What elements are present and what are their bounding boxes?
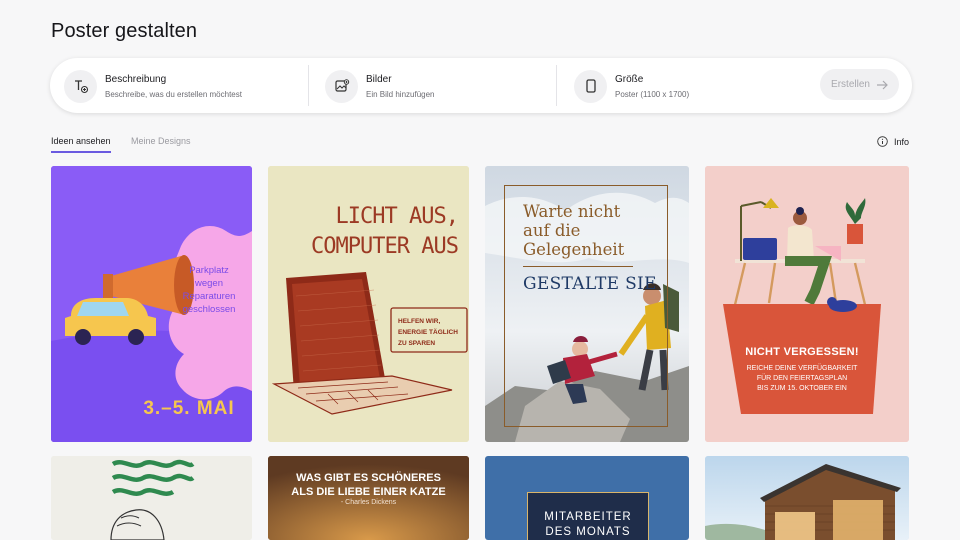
template-card-opportunity[interactable]: Warte nicht auf die Gelegenheit GESTALTE… — [485, 166, 689, 442]
opportunity-line: Gelegenheit — [523, 240, 625, 259]
description-hint: Beschreibe, was du erstellen möchtest — [105, 89, 242, 99]
tab-my-designs[interactable]: Meine Designs — [131, 136, 191, 146]
tab-ideas[interactable]: Ideen ansehen — [51, 136, 111, 153]
reminder-body-line: BIS ZUM 15. OKTOBER EIN — [757, 385, 847, 392]
lights-headline-1: LICHT AUS, — [335, 204, 459, 229]
template-card-house[interactable] — [705, 456, 909, 540]
desk-worker-illustration — [705, 166, 909, 442]
create-button-label: Erstellen — [831, 79, 870, 90]
parking-date: 3.–5. MAI — [143, 398, 235, 419]
opportunity-line: Warte nicht — [523, 202, 621, 221]
template-card-reminder[interactable]: NICHT VERGESSEN! REICHE DEINE VERFÜGBARK… — [705, 166, 909, 442]
size-value: Poster (1100 x 1700) — [615, 89, 690, 99]
info-button[interactable]: Info — [877, 136, 909, 147]
employee-title-line: MITARBEITER — [544, 511, 632, 523]
description-field[interactable]: Beschreibung Beschreibe, was du erstelle… — [64, 69, 242, 103]
images-field[interactable]: Bilder Ein Bild hinzufügen — [325, 69, 435, 103]
info-icon — [877, 136, 888, 147]
opportunity-cta: GESTALTE SIE — [523, 274, 657, 294]
template-card-employee[interactable]: MITARBEITER DES MONATS — [485, 456, 689, 540]
template-card-waves[interactable] — [51, 456, 252, 540]
opportunity-line: auf die — [523, 221, 581, 240]
parking-text-line: Reparaturen — [182, 291, 236, 302]
reminder-body-line: REICHE DEINE VERFÜGBARKEIT — [746, 365, 858, 372]
divider — [556, 65, 557, 106]
parking-text-line: Parkplatz — [189, 265, 229, 276]
waves-illustration — [51, 456, 252, 540]
parking-text-line: geschlossen — [182, 304, 236, 315]
page-title: Poster gestalten — [51, 20, 198, 42]
lights-box-line: HELFEN WIR, — [398, 318, 441, 325]
lights-box-line: ZU SPAREN — [398, 340, 436, 347]
divider — [523, 266, 633, 267]
template-card-parking[interactable]: Parkplatz wegen Reparaturen geschlossen … — [51, 166, 252, 442]
prompt-bar: Beschreibung Beschreibe, was du erstelle… — [50, 58, 912, 113]
cat-quote-author: - Charles Dickens — [340, 499, 397, 506]
reminder-title: NICHT VERGESSEN! — [745, 346, 859, 358]
size-label: Größe — [615, 73, 644, 85]
lights-box-line: ENERGIE TÄGLICH — [398, 329, 458, 336]
info-label: Info — [893, 136, 909, 147]
images-label: Bilder — [366, 73, 392, 85]
parking-text-line: wegen — [195, 278, 223, 289]
image-add-icon — [325, 69, 358, 103]
create-button[interactable]: Erstellen — [820, 69, 899, 100]
template-card-lights-out[interactable]: LICHT AUS, COMPUTER AUS HELFEN WIR, ENER… — [268, 166, 469, 442]
modern-house-photo — [705, 456, 909, 540]
size-field[interactable]: Größe Poster (1100 x 1700) — [574, 69, 689, 103]
employee-title-line: DES MONATS — [545, 526, 631, 538]
lights-headline-2: COMPUTER AUS — [311, 234, 459, 259]
arrow-right-icon — [876, 80, 888, 89]
cat-quote-line: WAS GIBT ES SCHÖNERES — [296, 472, 441, 484]
reminder-body-line: FÜR DEN FEIERTAGSPLAN — [756, 375, 848, 382]
images-hint: Ein Bild hinzufügen — [366, 89, 435, 99]
text-add-icon — [64, 69, 97, 103]
portrait-page-icon — [574, 69, 607, 103]
description-label: Beschreibung — [105, 73, 167, 85]
divider — [308, 65, 309, 106]
cat-quote-line: ALS DIE LIEBE EINER KATZE — [291, 486, 446, 498]
template-card-cat-quote[interactable]: WAS GIBT ES SCHÖNERES ALS DIE LIEBE EINE… — [268, 456, 469, 540]
